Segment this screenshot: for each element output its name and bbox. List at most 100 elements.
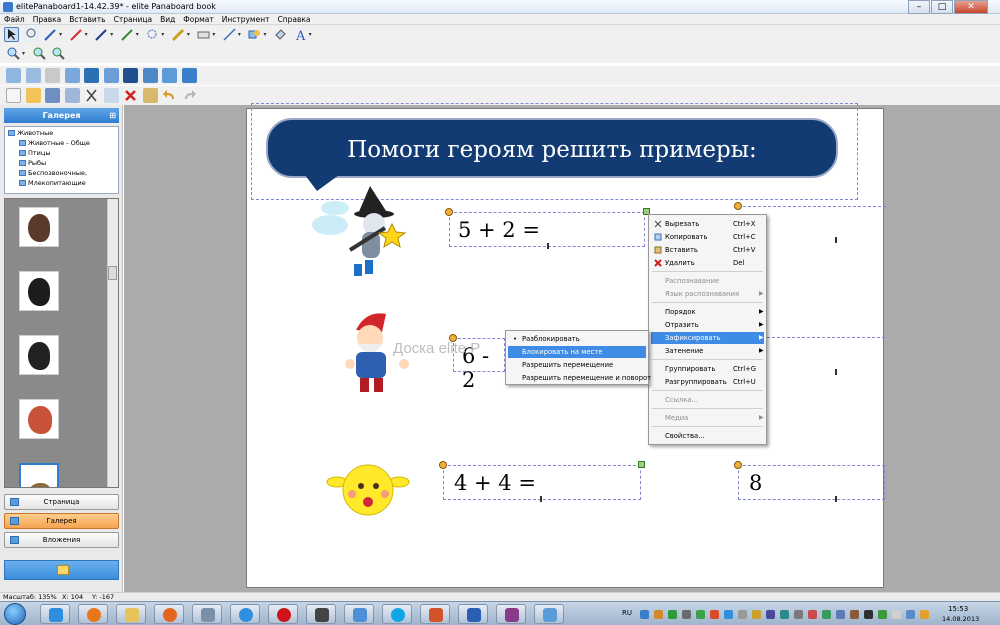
screen-icon[interactable] [103,68,119,83]
tray-icon[interactable] [654,610,663,619]
clock-date[interactable]: 14.08.2013 [942,615,979,623]
volume-icon[interactable] [906,610,915,619]
tray-icon[interactable] [822,610,831,619]
save-icon[interactable] [45,88,61,103]
tree-item[interactable]: Млекопитающие [19,179,86,187]
taskbar-ie[interactable] [40,604,70,624]
grouse-thumbnail[interactable] [19,271,59,311]
doc-capture-icon[interactable] [142,68,158,83]
panel-footer[interactable] [4,560,119,580]
gallery-scrollbar[interactable] [107,199,118,487]
menu-page[interactable]: Страница [110,14,156,25]
print-icon[interactable] [162,68,178,83]
submenu-item-allow-move-rotate[interactable]: Разрешить перемещение и поворот [508,372,651,384]
new-file-icon[interactable] [6,88,21,103]
submenu-item-lock-in-place[interactable]: Блокировать на месте [508,346,646,358]
chevron-down-icon[interactable]: ▾ [110,31,116,38]
chevron-down-icon[interactable]: ▾ [238,31,244,38]
tray-icon[interactable] [780,610,789,619]
tray-icon[interactable] [864,610,873,619]
menu-item-flip[interactable]: Отразить ▶ [651,319,764,331]
highlighter-icon[interactable] [171,27,186,42]
slideshow-icon[interactable] [84,68,100,83]
rotate-handle[interactable] [734,461,742,469]
chevron-down-icon[interactable]: ▾ [22,50,28,57]
eraser-icon[interactable] [196,27,211,42]
chevron-down-icon[interactable]: ▾ [59,31,65,38]
submenu-item-allow-move[interactable]: Разрешить перемещение [508,359,646,371]
menu-format[interactable]: Формат [179,14,217,25]
camera-icon[interactable] [64,68,80,83]
wizard-character[interactable] [310,180,425,280]
video-icon[interactable] [123,68,139,83]
chevron-down-icon[interactable]: ▾ [263,31,269,38]
tray-icon[interactable] [766,610,775,619]
pen-green-icon[interactable] [120,27,135,42]
taskbar-network[interactable] [192,604,222,624]
menu-file[interactable]: Файл [0,14,29,25]
chevron-down-icon[interactable]: ▾ [136,31,142,38]
pin-icon[interactable]: ⊞ [109,108,116,123]
rotate-handle[interactable] [734,202,742,210]
close-button[interactable]: ✕ [954,0,988,14]
shape-tool-icon[interactable] [247,27,262,42]
tray-icon[interactable] [752,610,761,619]
tray-icon[interactable] [794,610,803,619]
taskbar-panaboard[interactable] [534,604,564,624]
tray-icon[interactable] [724,610,733,619]
clock-time[interactable]: 15:53 [948,605,968,613]
undo-icon[interactable] [162,88,177,103]
zoom-in-icon[interactable] [32,46,47,61]
capercaillie-thumbnail[interactable] [19,335,59,375]
tree-item[interactable]: Животные [8,129,53,137]
menu-item-link[interactable]: Ссылка... [651,394,764,406]
title-banner[interactable]: Помоги героям решить примеры: [266,118,838,178]
pen-blue-icon[interactable] [43,27,58,42]
sun-character[interactable] [325,460,410,520]
menu-item-shading[interactable]: Затенение ▶ [651,345,764,357]
tray-icon[interactable] [738,610,747,619]
duck-thumbnail[interactable] [19,463,59,487]
menu-item-lock[interactable]: Зафиксировать ▶ [651,332,764,344]
redo-icon[interactable] [182,88,197,103]
menu-edit[interactable]: Правка [29,14,66,25]
menu-item-properties[interactable]: Свойства... [651,430,764,442]
tree-item[interactable]: Рыбы [19,159,46,167]
menu-item-media[interactable]: Медиа ▶ [651,412,764,424]
tree-item[interactable]: Птицы [19,149,50,157]
rotate-handle[interactable] [445,208,453,216]
select-tool-icon[interactable] [4,27,19,42]
equation-box[interactable]: 5 + 2 = [449,212,645,247]
taskbar-sound[interactable] [344,604,374,624]
menu-item-group[interactable]: Группировать Ctrl+G [651,363,764,375]
zoom-out-icon[interactable] [51,46,66,61]
taskbar-powerpoint[interactable] [420,604,450,624]
menu-tools[interactable]: Инструмент [218,14,274,25]
open-folder-icon[interactable] [25,88,41,103]
tray-icon[interactable] [640,610,649,619]
tray-icon[interactable] [808,610,817,619]
battery-icon[interactable] [892,610,901,619]
save-as-icon[interactable] [64,88,80,103]
tray-icon[interactable] [682,610,691,619]
bullfinch-thumbnail[interactable] [19,399,59,439]
menu-item-copy[interactable]: Копировать Ctrl+C [651,231,764,243]
taskbar-skype[interactable] [382,604,412,624]
minimize-button[interactable]: – [908,0,930,14]
tree-item[interactable]: Беспозвоночные, [19,169,87,177]
tray-icon[interactable] [696,610,705,619]
pen-navy-icon[interactable] [94,27,109,42]
taskbar-media-player[interactable] [154,604,184,624]
taskbar-winrar[interactable] [496,604,526,624]
taskbar-opera[interactable] [268,604,298,624]
resize-handle[interactable] [638,461,645,468]
rotate-handle[interactable] [439,461,447,469]
menu-insert[interactable]: Вставить [65,14,109,25]
capture-region-icon[interactable] [45,68,61,83]
taskbar-mic[interactable] [306,604,336,624]
fill-tool-icon[interactable] [273,27,288,42]
line-tool-icon[interactable] [222,27,237,42]
chevron-down-icon[interactable]: ▾ [85,31,91,38]
taskbar-explorer[interactable] [116,604,146,624]
paste-icon[interactable] [142,88,158,103]
